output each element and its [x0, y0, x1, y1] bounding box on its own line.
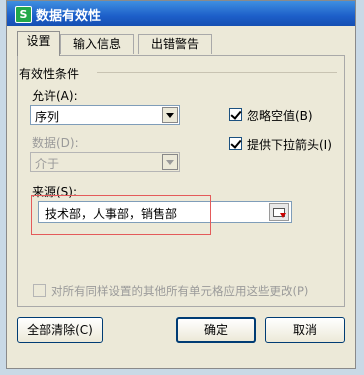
ignore-blank-checkbox[interactable]	[229, 108, 242, 121]
tab-settings[interactable]: 设置	[17, 31, 60, 56]
dropdown-arrow-checkbox[interactable]	[229, 137, 242, 150]
group-divider	[97, 72, 337, 73]
title-bar[interactable]: S 数据有效性	[7, 1, 355, 26]
data-dropdown-button	[162, 154, 178, 170]
dialog-title: 数据有效性	[36, 9, 102, 24]
chevron-down-icon	[166, 160, 174, 165]
checkmark-icon	[230, 137, 242, 149]
data-select-value: 介于	[35, 157, 60, 171]
arrow-icon	[280, 213, 286, 218]
dropdown-arrow-label: 提供下拉箭头(I)	[247, 138, 332, 152]
checkmark-icon	[230, 108, 242, 120]
ignore-blank-label: 忽略空值(B)	[247, 109, 313, 123]
source-input-value: 技术部，人事部，销售部	[45, 207, 178, 221]
allow-label: 允许(A):	[32, 89, 78, 103]
allow-select-value: 序列	[35, 110, 60, 124]
ok-button[interactable]: 确定	[176, 317, 256, 343]
tab-input-message[interactable]: 输入信息	[60, 34, 134, 54]
source-input[interactable]: 技术部，人事部，销售部	[38, 201, 292, 223]
allow-dropdown-button[interactable]	[162, 107, 178, 123]
tab-error-alert[interactable]: 出错警告	[138, 34, 212, 54]
data-label: 数据(D):	[32, 136, 79, 150]
data-select: 介于	[30, 152, 180, 172]
clear-all-button[interactable]: 全部清除(C)	[17, 317, 103, 343]
chevron-down-icon	[166, 113, 174, 118]
data-validation-dialog: S 数据有效性 设置 输入信息 出错警告 有效性条件 允许(A): 序列 忽略空…	[6, 0, 356, 369]
collapse-dialog-button[interactable]	[269, 203, 289, 221]
source-label: 来源(S):	[32, 185, 78, 199]
spreadsheet-app-icon: S	[15, 6, 32, 23]
allow-select[interactable]: 序列	[30, 105, 180, 125]
criteria-group-title: 有效性条件	[19, 67, 80, 81]
apply-all-checkbox	[33, 284, 46, 297]
apply-all-label: 对所有同样设置的其他所有单元格应用这些更改(P)	[51, 284, 309, 298]
cancel-button[interactable]: 取消	[265, 317, 345, 343]
